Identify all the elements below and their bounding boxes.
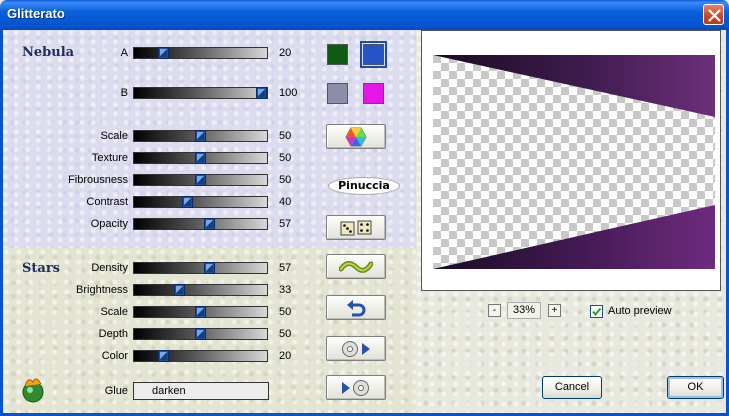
title-bar[interactable]: Glitterato [0,0,729,30]
load-preset-icon [342,379,369,396]
close-icon [708,9,721,22]
slider-thumb[interactable] [182,196,193,208]
save-preset-button[interactable] [326,336,386,361]
glue-dropdown[interactable]: darken [133,382,269,400]
slider-track[interactable] [133,218,268,230]
preview-image [433,55,715,269]
slider-thumb[interactable] [158,350,169,362]
app-logo-icon [22,378,44,403]
preview-canvas[interactable] [421,30,721,291]
slider-label: B [120,87,128,99]
slider-track[interactable] [133,87,268,99]
slider-thumb[interactable] [174,284,185,296]
randomize-button[interactable] [326,215,386,240]
slider-label: Texture [91,152,128,164]
slider-value: 20 [279,350,292,362]
undo-icon [347,299,366,316]
load-preset-button[interactable] [326,375,386,400]
slider-track[interactable] [133,306,268,318]
slider-label: Contrast [86,196,128,208]
slider-value: 50 [279,130,292,142]
slider-track[interactable] [133,174,268,186]
slider-value: 57 [279,262,292,274]
slider-thumb[interactable] [204,218,215,230]
slider-label: Density [91,262,128,274]
slider-label: Scale [100,130,128,142]
slider-value: 20 [279,47,292,59]
slider-label: Color [101,350,128,362]
author-logo: Pinuccia [328,177,400,195]
color-randomize-button[interactable] [326,124,386,149]
slider-value: 50 [279,152,292,164]
slider-value: 57 [279,218,292,230]
nebula-b-color-secondary-swatch[interactable] [363,83,384,104]
nebula-a-color-primary-swatch[interactable] [327,44,348,65]
dice-icon [340,220,372,235]
slider-label: Scale [100,306,128,318]
slider-value: 50 [279,174,292,186]
slider-track[interactable] [133,47,268,59]
zoom-out-button[interactable]: - [488,304,501,317]
close-button[interactable] [703,4,724,25]
slider-track[interactable] [133,130,268,142]
wave-icon [339,260,373,273]
zoom-in-button[interactable]: + [548,304,561,317]
nebula-b-color-primary-swatch[interactable] [327,83,348,104]
slider-label: Depth [98,328,128,340]
wave-button[interactable] [326,254,386,279]
slider-thumb[interactable] [158,47,169,59]
slider-track[interactable] [133,328,268,340]
slider-thumb[interactable] [204,262,215,274]
checkmark-icon [592,307,602,317]
undo-button[interactable] [326,295,386,320]
zoom-level: 33% [507,302,541,319]
slider-track[interactable] [133,152,268,164]
slider-track[interactable] [133,196,268,208]
ok-button[interactable]: OK [667,376,724,399]
slider-value: 50 [279,328,292,340]
slider-track[interactable] [133,284,268,296]
slider-label: A [120,47,128,59]
slider-value: 50 [279,306,292,318]
color-hexagon-icon [345,127,367,146]
slider-track[interactable] [133,350,268,362]
auto-preview-label: Auto preview [608,305,672,317]
nebula-a-color-secondary-swatch[interactable] [360,41,387,68]
slider-thumb[interactable] [195,130,206,142]
slider-thumb[interactable] [256,87,267,99]
save-preset-icon [342,340,370,357]
window-title: Glitterato [7,6,65,21]
slider-thumb[interactable] [195,306,206,318]
slider-track[interactable] [133,262,268,274]
slider-thumb[interactable] [195,152,206,164]
slider-thumb[interactable] [195,174,206,186]
slider-label: Brightness [76,284,128,296]
slider-label: Opacity [90,218,128,230]
slider-value: 40 [279,196,292,208]
auto-preview-checkbox[interactable] [590,305,603,318]
slider-value: 33 [279,284,292,296]
slider-thumb[interactable] [195,328,206,340]
slider-label: Fibrousness [68,174,128,186]
cancel-button[interactable]: Cancel [542,376,602,399]
slider-value: 100 [279,87,298,99]
